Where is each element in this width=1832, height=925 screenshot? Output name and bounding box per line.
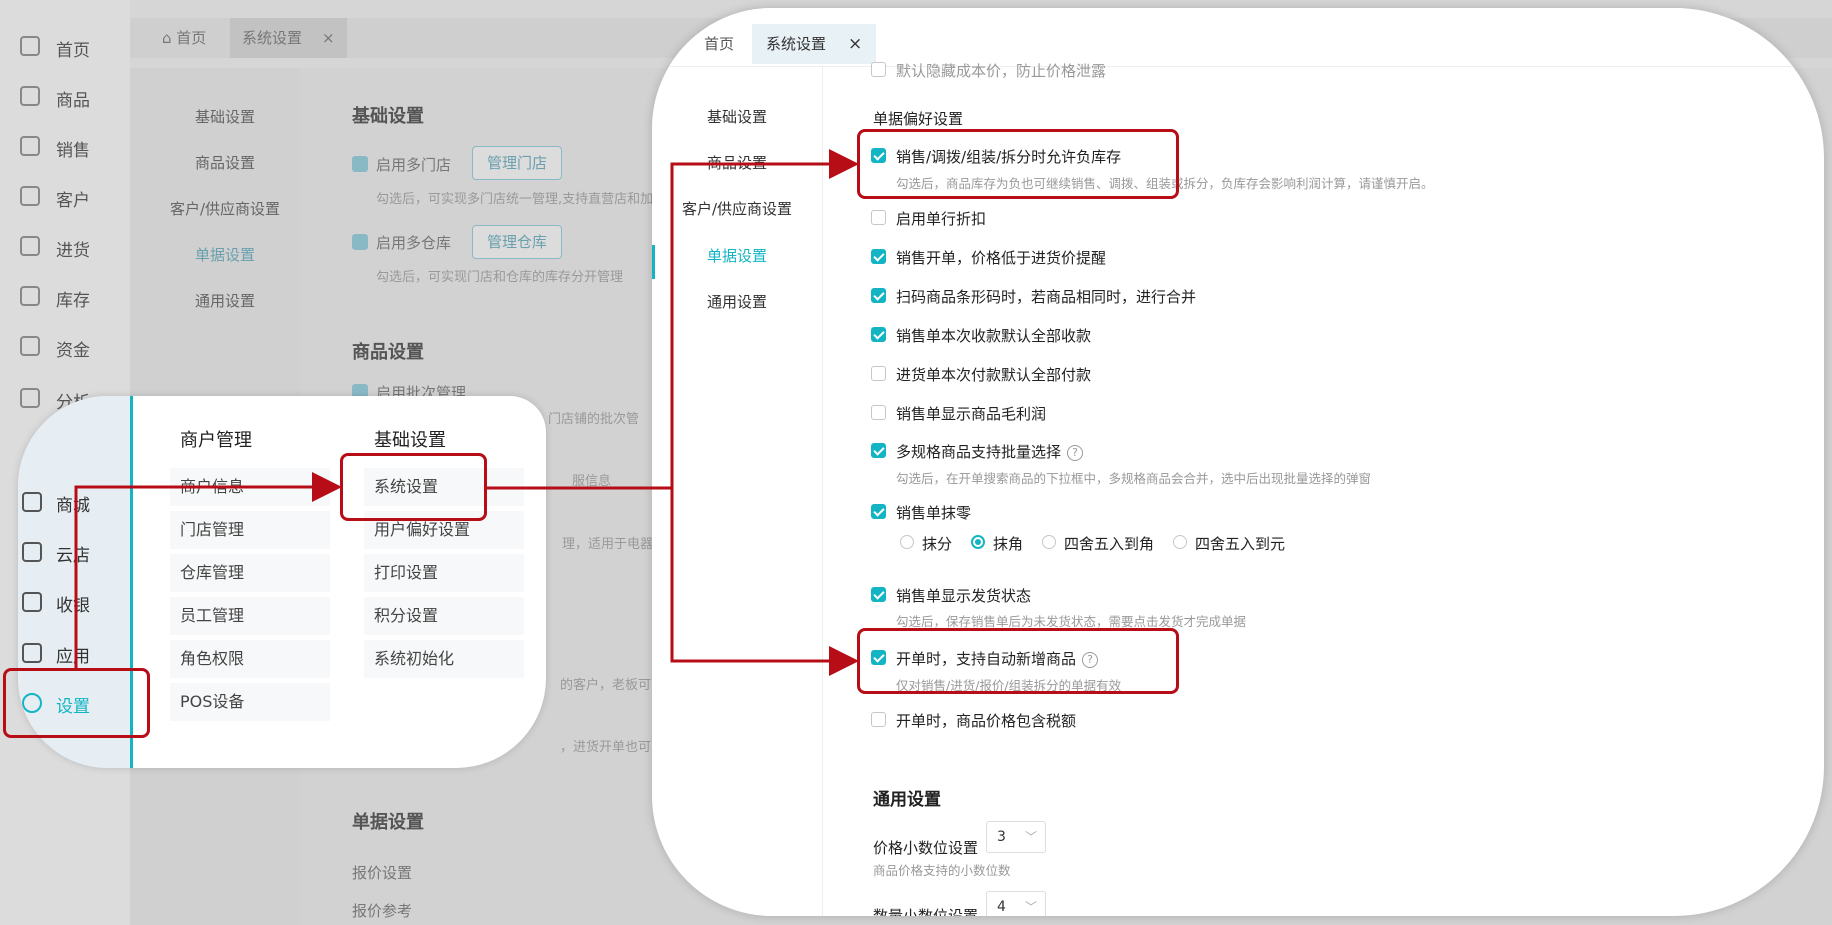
- arrow-system-to-negative-stock: [487, 149, 859, 490]
- arrow-to-auto-add-goods: [670, 488, 859, 676]
- arrow-settings-to-system: [74, 472, 342, 668]
- annotation-arrows: [74, 149, 859, 676]
